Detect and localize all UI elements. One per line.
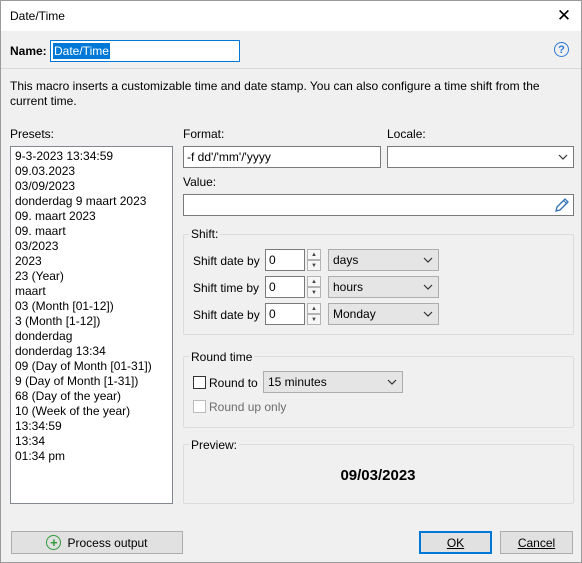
preset-item[interactable]: 03/09/2023 xyxy=(15,179,172,194)
ok-label: OK xyxy=(446,535,465,550)
presets-list[interactable]: 9-3-2023 13:34:59 09.03.2023 03/09/2023 don… xyxy=(10,146,173,504)
spin-down-icon[interactable]: ▼ xyxy=(307,260,321,271)
format-label: Format: xyxy=(183,127,225,141)
shift-weekday-label: Shift date by xyxy=(193,308,260,322)
date-time-dialog: Date/Time ✕ Name: Date/Time ? This macro… xyxy=(0,0,582,563)
close-icon[interactable]: ✕ xyxy=(547,1,581,31)
round-up-only-checkbox[interactable] xyxy=(193,400,206,413)
preset-item[interactable]: 3 (Month [1-12]) xyxy=(15,314,172,329)
shift-date-unit: days xyxy=(333,253,359,267)
shift-date-spinner[interactable]: ▲ ▼ xyxy=(307,249,321,271)
help-icon[interactable]: ? xyxy=(554,42,569,57)
round-to-dropdown[interactable]: 15 minutes xyxy=(263,371,403,393)
shift-time-label: Shift time by xyxy=(193,281,260,295)
name-input-value: Date/Time xyxy=(53,43,110,59)
preview-label: Preview: xyxy=(189,438,240,452)
spin-down-icon[interactable]: ▼ xyxy=(307,314,321,325)
preset-item[interactable]: 09. maart xyxy=(15,224,172,239)
title-bar: Date/Time ✕ xyxy=(1,1,581,31)
preset-item[interactable]: 23 (Year) xyxy=(15,269,172,284)
preset-item[interactable]: 9-3-2023 13:34:59 xyxy=(15,149,172,164)
round-time-group-title: Round time xyxy=(189,350,255,364)
preset-item[interactable]: donderdag xyxy=(15,329,172,344)
shift-time-unit-dropdown[interactable]: hours xyxy=(328,276,439,298)
shift-date-unit-dropdown[interactable]: days xyxy=(328,249,439,271)
value-label: Value: xyxy=(183,175,217,189)
preset-item[interactable]: 09.03.2023 xyxy=(15,164,172,179)
round-to-value: 15 minutes xyxy=(268,375,327,389)
presets-label: Presets: xyxy=(10,127,55,141)
preset-item[interactable]: 03 (Month [01-12]) xyxy=(15,299,172,314)
locale-dropdown[interactable] xyxy=(387,146,574,168)
format-input[interactable]: -f dd'/'mm'/'yyyy xyxy=(183,146,381,168)
shift-time-unit: hours xyxy=(333,280,364,294)
preset-item[interactable]: 2023 xyxy=(15,254,172,269)
window-title: Date/Time xyxy=(10,9,65,23)
process-output-button[interactable]: + Process output xyxy=(11,531,183,554)
shift-weekday-unit: Monday xyxy=(333,307,376,321)
name-label: Name: xyxy=(10,44,47,58)
process-output-label: Process output xyxy=(67,535,148,550)
preview-value: 09/03/2023 xyxy=(340,467,416,484)
locale-label: Locale: xyxy=(387,127,426,141)
spin-up-icon[interactable]: ▲ xyxy=(307,276,321,287)
spin-down-icon[interactable]: ▼ xyxy=(307,287,321,298)
preset-item[interactable]: 13:34 xyxy=(15,434,172,449)
preset-item[interactable]: 9 (Day of Month [1-31]) xyxy=(15,374,172,389)
preset-item[interactable]: 09. maart 2023 xyxy=(15,209,172,224)
shift-weekday-dropdown[interactable]: Monday xyxy=(328,303,439,325)
shift-time-spinner[interactable]: ▲ ▼ xyxy=(307,276,321,298)
preset-item[interactable]: 10 (Week of the year) xyxy=(15,404,172,419)
preset-item[interactable]: 68 (Day of the year) xyxy=(15,389,172,404)
description-text: This macro inserts a customizable time a… xyxy=(10,79,540,108)
chevron-down-icon xyxy=(423,257,433,263)
round-up-only-label: Round up only xyxy=(209,400,287,414)
spin-up-icon[interactable]: ▲ xyxy=(307,249,321,260)
shift-weekday-amount[interactable]: 0 xyxy=(265,303,305,325)
name-input[interactable]: Date/Time xyxy=(50,40,240,62)
shift-time-amount[interactable]: 0 xyxy=(265,276,305,298)
round-to-label: Round to xyxy=(209,376,258,390)
preset-item[interactable]: donderdag 13:34 xyxy=(15,344,172,359)
preset-item[interactable]: 13:34:59 xyxy=(15,419,172,434)
shift-group-title: Shift: xyxy=(189,227,221,241)
chevron-down-icon xyxy=(387,379,397,385)
value-input[interactable] xyxy=(183,194,574,216)
pencil-icon[interactable] xyxy=(553,197,570,214)
spin-up-icon[interactable]: ▲ xyxy=(307,303,321,314)
chevron-down-icon xyxy=(423,311,433,317)
shift-date-amount[interactable]: 0 xyxy=(265,249,305,271)
preset-item[interactable]: maart xyxy=(15,284,172,299)
preset-item[interactable]: donderdag 9 maart 2023 xyxy=(15,194,172,209)
round-to-checkbox[interactable] xyxy=(193,376,206,389)
cancel-label: Cancel xyxy=(517,535,556,550)
preset-item[interactable]: 01:34 pm xyxy=(15,449,172,464)
cancel-button[interactable]: Cancel xyxy=(500,531,573,554)
preset-item[interactable]: 03/2023 xyxy=(15,239,172,254)
shift-weekday-spinner[interactable]: ▲ ▼ xyxy=(307,303,321,325)
name-bar: Name: Date/Time xyxy=(1,32,581,69)
chevron-down-icon xyxy=(423,284,433,290)
ok-button[interactable]: OK xyxy=(419,531,492,554)
preset-item[interactable]: 09 (Day of Month [01-31]) xyxy=(15,359,172,374)
shift-date-label: Shift date by xyxy=(193,254,260,268)
chevron-down-icon xyxy=(558,154,568,160)
plus-circle-icon: + xyxy=(46,535,62,550)
